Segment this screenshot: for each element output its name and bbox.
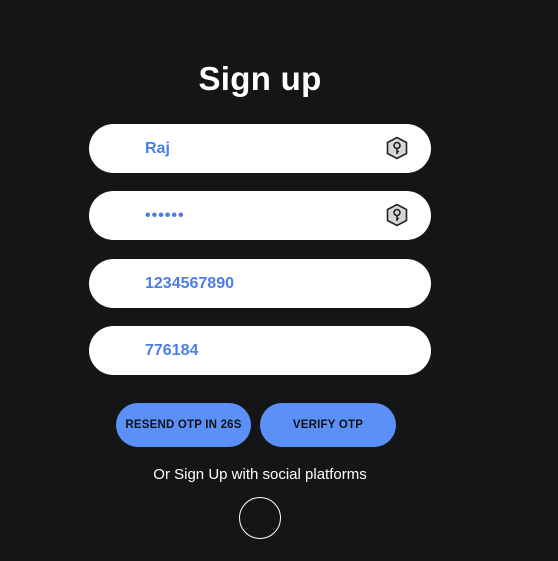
- username-field[interactable]: Raj: [89, 124, 431, 173]
- password-value: ••••••: [145, 207, 185, 224]
- key-hexagon-icon: [386, 136, 408, 160]
- key-hexagon-icon[interactable]: [385, 203, 409, 227]
- phone-value: 1234567890: [145, 275, 234, 292]
- username-value: Raj: [145, 140, 170, 157]
- page-title: Sign up: [198, 60, 322, 97]
- social-signup-text: Or Sign Up with social platforms: [153, 466, 367, 483]
- resend-otp-button[interactable]: RESEND OTP IN 26S: [116, 403, 251, 447]
- otp-value: 776184: [145, 342, 199, 359]
- otp-field[interactable]: 776184: [89, 326, 431, 375]
- social-login-button[interactable]: [239, 497, 281, 539]
- password-field[interactable]: ••••••: [89, 191, 431, 240]
- phone-field[interactable]: 1234567890: [89, 259, 431, 308]
- verify-otp-button[interactable]: VERIFY OTP: [260, 403, 396, 447]
